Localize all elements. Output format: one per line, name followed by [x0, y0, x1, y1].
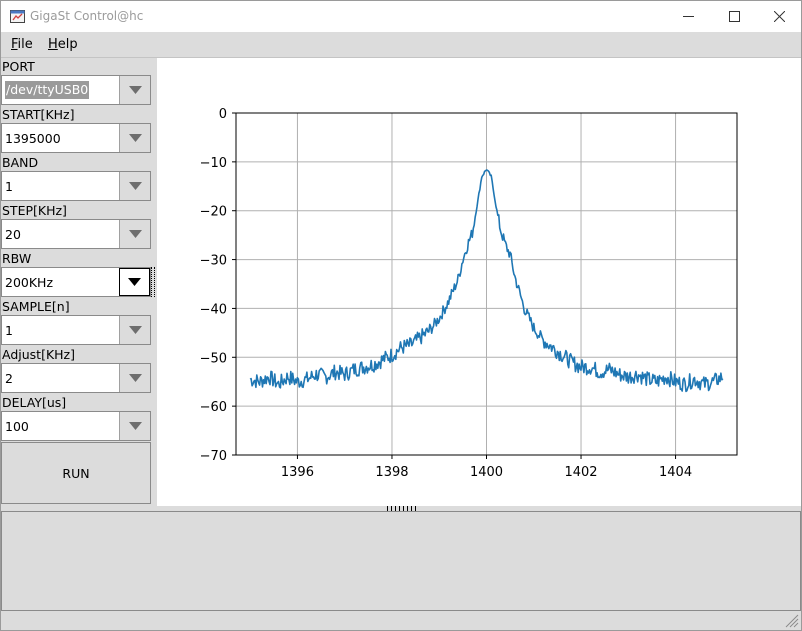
adjust-value: 2: [5, 371, 13, 386]
start-value: 1395000: [5, 131, 61, 146]
close-button[interactable]: [756, 1, 802, 32]
menu-bar: File Help: [1, 32, 801, 58]
run-button[interactable]: RUN: [1, 442, 151, 504]
rbw-label: RBW: [2, 251, 32, 266]
y-tick-label: 0: [219, 107, 227, 122]
control-panel: PORT/dev/ttyUSB0 START[KHz] 1395000 BAND 1 ST…: [1, 58, 157, 506]
port-label: PORT: [2, 59, 35, 74]
focus-grip: [151, 267, 155, 297]
chevron-down-icon: [128, 134, 142, 142]
step-combobox[interactable]: 20: [1, 219, 151, 249]
x-tick-label: 1398: [375, 465, 408, 480]
plot-area: 1396 1398 1400 1402 1404 0 −10 −20 −30 −40 −50 −60 −…: [157, 58, 801, 506]
band-combobox[interactable]: 1: [1, 171, 151, 201]
app-window: GigaSt Control@hc File Help PORT/dev/tty…: [0, 0, 802, 631]
sample-label: SAMPLE[n]: [2, 299, 70, 314]
delay-value: 100: [5, 419, 29, 434]
port-combobox[interactable]: /dev/ttyUSB0: [1, 75, 151, 105]
menu-help[interactable]: Help: [48, 37, 78, 52]
delay-label: DELAY[us]: [2, 395, 67, 410]
chevron-down-icon: [128, 326, 142, 334]
x-tick-label: 1396: [281, 465, 314, 480]
band-value: 1: [5, 179, 13, 194]
delay-dropdown-button[interactable]: [119, 412, 150, 440]
rbw-value: 200KHz: [5, 275, 54, 290]
start-label: START[KHz]: [2, 107, 75, 122]
start-combobox[interactable]: 1395000: [1, 123, 151, 153]
start-dropdown-button[interactable]: [119, 124, 150, 152]
y-tick-label: −50: [200, 351, 227, 366]
x-tick-label: 1400: [470, 465, 503, 480]
app-icon: [10, 10, 25, 23]
menu-file[interactable]: File: [11, 37, 33, 52]
log-text-area[interactable]: [1, 511, 801, 611]
resize-grip-icon[interactable]: [783, 612, 799, 628]
y-tick-label: −60: [200, 400, 227, 415]
y-tick-label: −30: [200, 254, 227, 269]
port-dropdown-button[interactable]: [119, 76, 150, 104]
chevron-down-icon: [128, 230, 142, 238]
rbw-combobox[interactable]: 200KHz: [1, 267, 151, 297]
y-tick-label: −20: [200, 205, 227, 220]
y-tick-label: −70: [200, 449, 227, 464]
chevron-down-icon: [128, 86, 142, 94]
chevron-down-icon: [128, 422, 142, 430]
maximize-icon: [728, 11, 740, 22]
sample-dropdown-button[interactable]: [119, 316, 150, 344]
status-bar: [1, 611, 801, 630]
x-tick-label: 1402: [564, 465, 597, 480]
adjust-dropdown-button[interactable]: [119, 364, 150, 392]
title-bar[interactable]: GigaSt Control@hc: [1, 1, 801, 32]
window-title: GigaSt Control@hc: [30, 9, 144, 23]
chevron-down-icon: [128, 374, 142, 382]
sample-combobox[interactable]: 1: [1, 315, 151, 345]
chevron-down-icon: [128, 182, 142, 190]
step-dropdown-button[interactable]: [119, 220, 150, 248]
close-icon: [773, 11, 785, 22]
minimize-icon: [682, 16, 694, 17]
step-label: STEP[KHz]: [2, 203, 67, 218]
band-label: BAND: [2, 155, 39, 170]
band-dropdown-button[interactable]: [119, 172, 150, 200]
maximize-button[interactable]: [711, 1, 757, 32]
y-tick-label: −10: [200, 156, 227, 171]
adjust-label: Adjust[KHz]: [2, 347, 75, 362]
adjust-combobox[interactable]: 2: [1, 363, 151, 393]
delay-combobox[interactable]: 100: [1, 411, 151, 441]
step-value: 20: [5, 227, 21, 242]
x-tick-label: 1404: [659, 465, 692, 480]
sample-value: 1: [5, 323, 13, 338]
chevron-down-icon: [128, 278, 141, 286]
minimize-button[interactable]: [665, 1, 711, 32]
rbw-dropdown-button[interactable]: [119, 268, 150, 296]
spectrum-chart: 1396 1398 1400 1402 1404 0 −10 −20 −30 −40 −50 −60 −…: [200, 107, 738, 480]
y-tick-label: −40: [200, 302, 227, 317]
port-value: /dev/ttyUSB0: [5, 81, 90, 99]
